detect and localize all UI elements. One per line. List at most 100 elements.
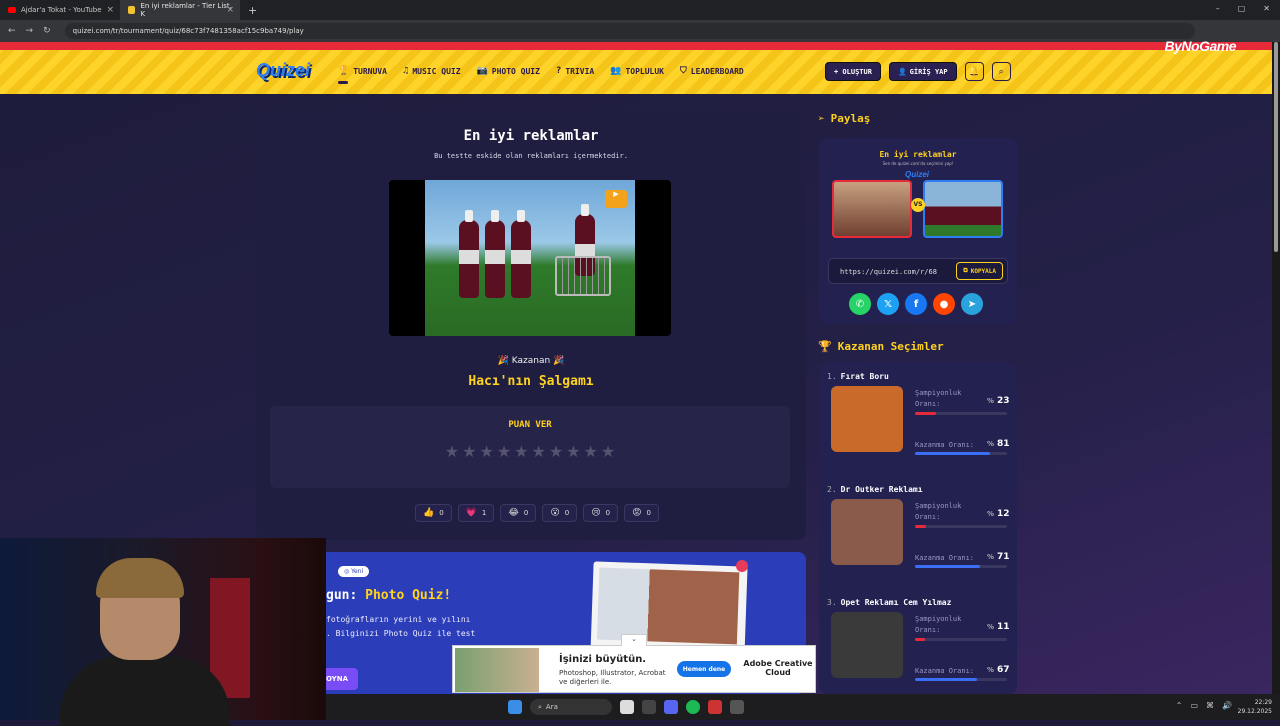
winner-item[interactable]: 2. Dr Outker Reklamı Şampiyonluk Oranı: % 12…: [827, 475, 1017, 585]
ad-cta-button[interactable]: Hemen dene: [677, 661, 731, 677]
trophy-icon: 🏆: [818, 340, 832, 353]
telegram-icon[interactable]: ➤: [961, 293, 983, 315]
volume-icon[interactable]: 🔊: [1222, 701, 1232, 710]
trophy-icon: 🏆: [338, 66, 350, 76]
promo-text: . Bilginizi Photo Quiz ile test: [326, 629, 476, 638]
close-tab-icon[interactable]: ×: [106, 5, 114, 15]
nav-label: PHOTO QUIZ: [491, 66, 540, 76]
close-tab-icon[interactable]: ×: [226, 5, 234, 15]
address-bar: ← → ↻ quizei.com/tr/tournament/quiz/68c7…: [0, 20, 1280, 42]
forward-icon[interactable]: →: [26, 26, 34, 36]
bottle-image: [485, 210, 505, 298]
win-label: Kazanma Oranı:: [915, 441, 975, 449]
new-tab-button[interactable]: +: [248, 4, 257, 17]
spotify-icon[interactable]: [686, 700, 700, 714]
os-taskbar: ⌕ Ara ⌃ ▭ ⌘ 🔊 22:29 29.12.2025: [326, 694, 1280, 720]
star-rating[interactable]: ★ ★ ★ ★ ★ ★ ★ ★ ★ ★: [270, 442, 790, 461]
url-input[interactable]: quizei.com/tr/tournament/quiz/68c73f7481…: [64, 23, 1195, 39]
app-icon[interactable]: [730, 700, 744, 714]
reaction-button[interactable]: 😂 0: [500, 504, 537, 522]
reaction-button[interactable]: 😡 0: [624, 504, 659, 522]
rating-title: PUAN VER: [508, 420, 552, 430]
win-value: % 81: [987, 439, 1010, 449]
star-icon[interactable]: ★: [549, 442, 563, 461]
reddit-icon[interactable]: ●: [933, 293, 955, 315]
nav-turnuva[interactable]: 🏆 TURNUVA: [338, 66, 387, 84]
star-icon[interactable]: ★: [584, 442, 598, 461]
reaction-button[interactable]: 😢 0: [583, 504, 619, 522]
clock[interactable]: 22:29 29.12.2025: [1238, 698, 1272, 716]
video-frame: ▶: [425, 180, 635, 336]
ad-brand: Adobe Creative Cloud: [743, 659, 813, 677]
discord-icon[interactable]: [664, 700, 678, 714]
reaction-button[interactable]: 👍 0: [415, 504, 452, 522]
network-icon[interactable]: ⌘: [1206, 701, 1214, 710]
reaction-count: 0: [605, 509, 611, 517]
chrome-icon[interactable]: [620, 700, 634, 714]
promo-heading: gun: Photo Quiz!: [326, 588, 452, 603]
collapse-ad-icon[interactable]: ⌄: [621, 634, 647, 646]
winner-video[interactable]: ▶: [389, 180, 671, 336]
star-icon[interactable]: ★: [514, 442, 528, 461]
tab-youtube[interactable]: Ajdar'a Tokat - YouTube ×: [0, 0, 120, 20]
copy-icon: ⧉: [963, 267, 968, 274]
whatsapp-icon[interactable]: ✆: [849, 293, 871, 315]
create-button[interactable]: + OLUŞTUR: [825, 62, 881, 81]
ad-title: İşinizi büyütün.: [559, 654, 647, 665]
star-icon[interactable]: ★: [601, 442, 615, 461]
start-icon[interactable]: [508, 700, 522, 714]
maximize-button[interactable]: ▢: [1238, 4, 1246, 13]
emoji-icon: 😢: [591, 508, 601, 518]
winner-item[interactable]: 1. Fırat Boru Şampiyonluk Oranı: % 23 Kazanma…: [827, 362, 1017, 472]
nav-leaderboard[interactable]: ⛉ LEADERBOARD: [680, 66, 744, 76]
site-header: Quizei 🏆 TURNUVA ♫ MUSIC QUIZ 📷 PHOTO QUIZ …: [0, 50, 1272, 94]
winner-title: 3. Opet Reklamı Cem Yılmaz: [827, 598, 952, 607]
copy-button[interactable]: ⧉ KOPYALA: [956, 262, 1003, 280]
star-icon[interactable]: ★: [566, 442, 580, 461]
back-icon[interactable]: ←: [8, 26, 16, 36]
reaction-button[interactable]: 💗 1: [457, 504, 495, 522]
win-bar: [915, 565, 1007, 568]
nav-music-quiz[interactable]: ♫ MUSIC QUIZ: [403, 66, 461, 76]
nav-trivia[interactable]: ? TRIVIA: [556, 66, 594, 76]
share-link[interactable]: https://quizei.com/r/68: [840, 268, 940, 276]
bell-icon[interactable]: 🔔: [964, 62, 984, 81]
nav-topluluk[interactable]: 👥 TOPLULUK: [610, 66, 664, 76]
nav-label: LEADERBOARD: [690, 66, 744, 76]
star-icon[interactable]: ★: [497, 442, 511, 461]
login-button[interactable]: 👤 GİRİŞ YAP: [888, 62, 957, 81]
search-icon[interactable]: ⌕: [991, 62, 1011, 81]
facebook-icon[interactable]: f: [905, 293, 927, 315]
winner-title: 2. Dr Outker Reklamı: [827, 485, 923, 494]
monitor-icon[interactable]: ▭: [1190, 701, 1198, 710]
emoji-icon: 💗: [465, 508, 477, 518]
winner-item[interactable]: 3. Opet Reklamı Cem Yılmaz Şampiyonluk Ora…: [827, 588, 1017, 694]
star-icon[interactable]: ★: [479, 442, 493, 461]
page-scrollbar[interactable]: [1272, 42, 1280, 694]
winner-title: 1. Fırat Boru: [827, 372, 889, 381]
quizei-logo[interactable]: Quizei: [256, 60, 310, 81]
win-label: Kazanma Oranı:: [915, 667, 975, 675]
window-controls: – ▢ ✕: [1216, 4, 1270, 13]
close-window-button[interactable]: ✕: [1263, 4, 1270, 13]
reload-icon[interactable]: ↻: [43, 26, 51, 36]
app-icon[interactable]: [642, 700, 656, 714]
champ-label: Şampiyonluk Oranı:: [915, 389, 962, 408]
users-icon: 👥: [610, 66, 622, 76]
star-icon[interactable]: ★: [462, 442, 476, 461]
chevron-up-icon[interactable]: ⌃: [1176, 701, 1183, 710]
tab-quizei[interactable]: En iyi reklamlar - Tier List, K ×: [120, 0, 240, 20]
nav-photo-quiz[interactable]: 📷 PHOTO QUIZ: [477, 66, 540, 76]
star-icon[interactable]: ★: [445, 442, 459, 461]
reaction-bar: 👍 0 💗 1 😂 0 😮 0 😢 0 😡 0: [415, 504, 659, 522]
scrollbar-thumb[interactable]: [1274, 42, 1278, 252]
x-icon[interactable]: 𝕏: [877, 293, 899, 315]
star-icon[interactable]: ★: [532, 442, 546, 461]
ad-body: Photoshop, Illustrator, Acrobat ve diğer…: [559, 669, 666, 686]
minimize-button[interactable]: –: [1216, 4, 1220, 13]
app-icon[interactable]: [708, 700, 722, 714]
winners-heading: 🏆 Kazanan Seçimler: [818, 340, 944, 353]
reaction-button[interactable]: 😮 0: [542, 504, 578, 522]
taskbar-search[interactable]: ⌕ Ara: [530, 699, 612, 715]
ad-banner[interactable]: ⌄ İşinizi büyütün. Photoshop, Illustrato…: [452, 634, 816, 693]
